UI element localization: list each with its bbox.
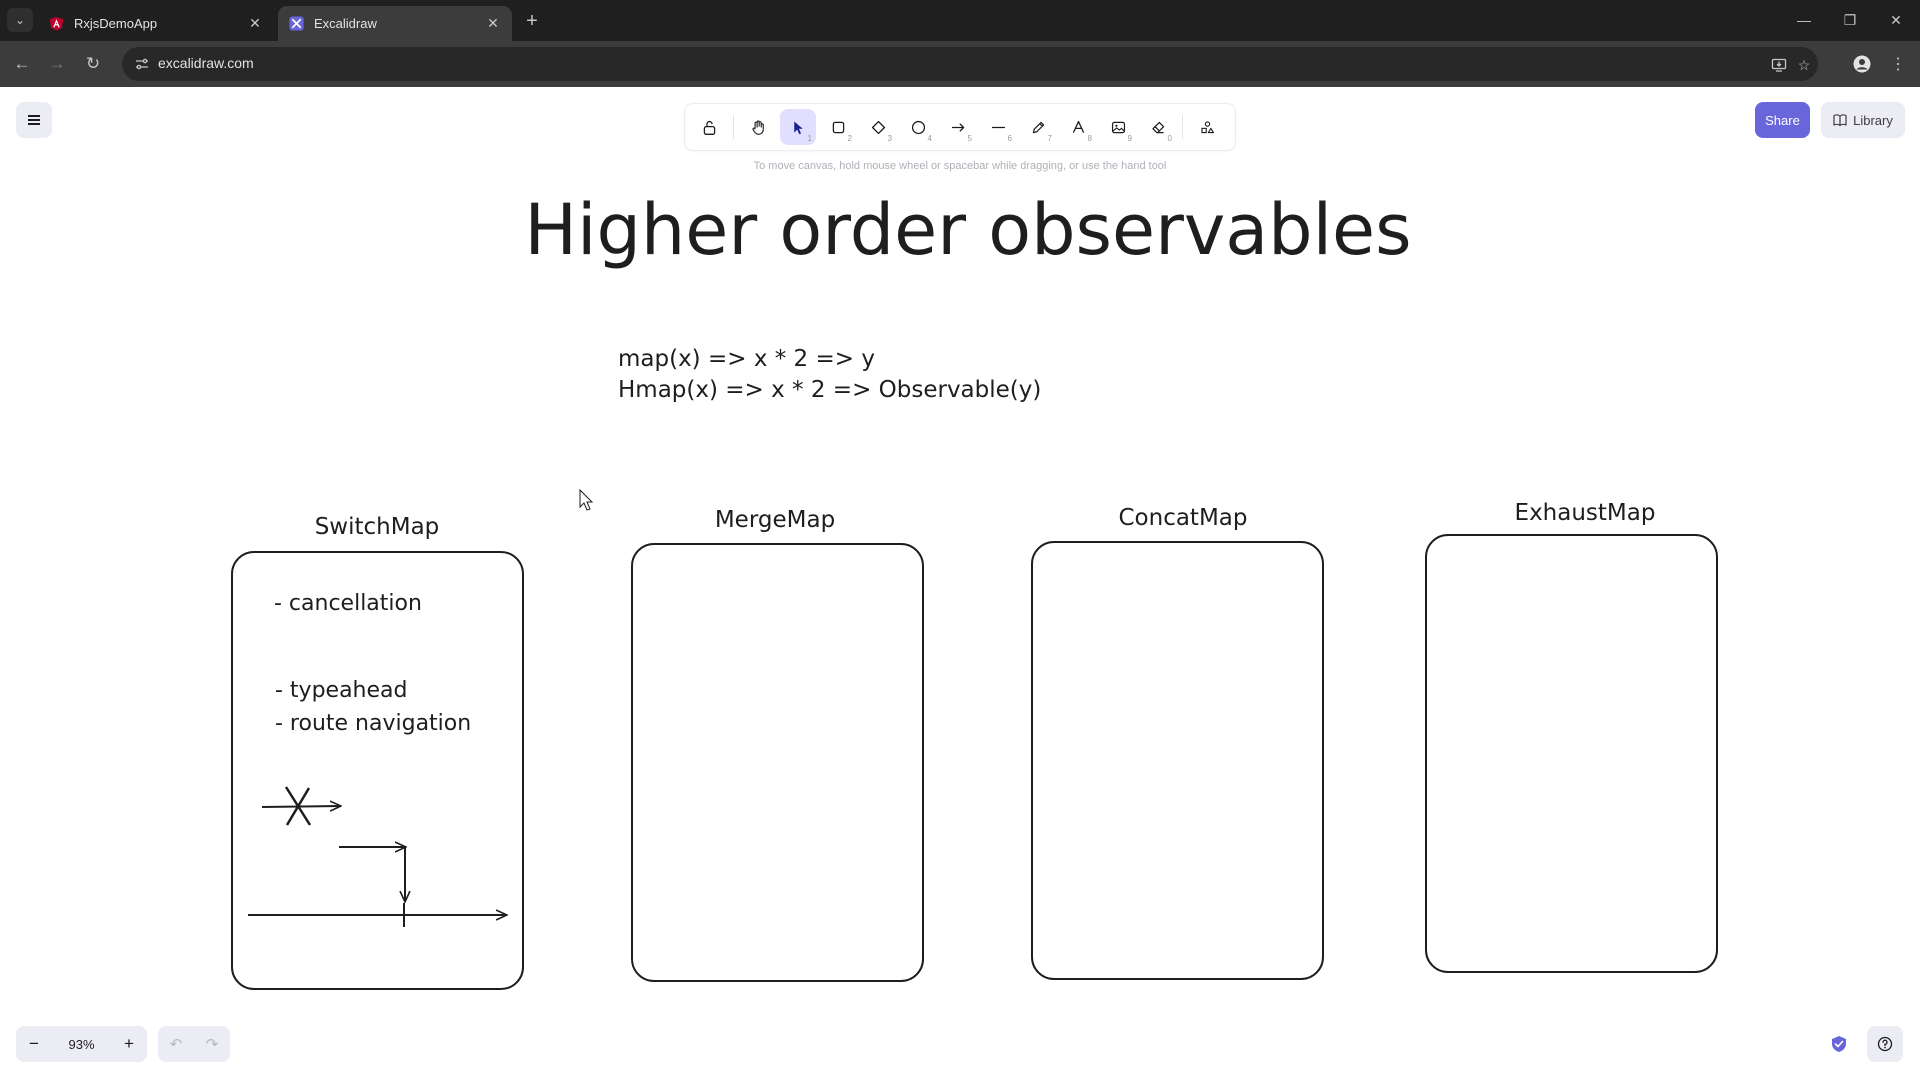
minimize-icon[interactable]: — [1781,6,1827,34]
profile-icon[interactable] [1849,51,1875,77]
tool-key: 1 [807,134,812,143]
install-app-icon[interactable] [1770,56,1788,74]
tool-image[interactable]: 9 [1100,109,1136,145]
exhaustmap-box[interactable] [1425,534,1718,973]
formula-hmap[interactable]: Hmap(x) => x * 2 => Observable(y) [618,377,1041,403]
main-menu-button[interactable] [16,102,52,138]
bookmark-star-icon[interactable]: ☆ [1795,56,1813,74]
library-button[interactable]: Library [1821,102,1905,138]
excalidraw-canvas[interactable]: Higher order observables map(x) => x * 2… [0,87,1920,1080]
tool-key: 9 [1127,134,1132,143]
hamburger-icon [28,119,40,121]
zoom-controls: − 93% + [16,1026,147,1062]
toolbar-separator [733,115,734,139]
tab-title: Excalidraw [314,16,377,31]
note-cancellation[interactable]: - cancellation [274,591,422,616]
ellipse-icon [911,120,925,134]
address-bar: ← → ↻ excalidraw.com ☆ ⋮ [0,41,1920,87]
cancelled-arrow[interactable] [261,806,341,807]
zoom-level[interactable]: 93% [52,1037,111,1052]
tool-selection[interactable]: 1 [780,109,816,145]
drawing-layer: Higher order observables map(x) => x * 2… [231,189,1718,990]
toolbar-separator [1182,115,1183,139]
line-icon [991,126,1005,128]
shapes-toolbar: 1 2 3 4 5 6 7 8 9 0 [685,104,1235,150]
restore-icon[interactable]: ❐ [1827,6,1873,34]
lock-icon [703,120,715,135]
switchmap-label[interactable]: SwitchMap [315,514,440,540]
tool-lock[interactable] [691,109,727,145]
text-icon [1072,120,1084,133]
pointer-icon [793,121,803,134]
tool-ellipse[interactable]: 4 [900,109,936,145]
library-label: Library [1853,112,1893,128]
tool-hand[interactable] [740,109,776,145]
forward-icon[interactable]: → [44,51,70,77]
book-icon [1833,114,1847,127]
concatmap-box[interactable] [1031,541,1324,980]
tool-text[interactable]: 8 [1060,109,1096,145]
redo-icon[interactable]: ↷ [194,1026,230,1062]
exhaustmap-label[interactable]: ExhaustMap [1515,500,1656,526]
angular-icon [48,16,64,32]
close-icon[interactable]: ✕ [484,15,502,33]
help-button[interactable] [1867,1026,1903,1062]
tab-rxjsdemoapp[interactable]: RxjsDemoApp ✕ [38,6,274,41]
new-tab-button[interactable]: + [520,9,544,33]
tool-key: 2 [847,134,852,143]
switchmap-box[interactable] [231,551,524,990]
help-icon [1877,1036,1893,1052]
drawing-title[interactable]: Higher order observables [524,189,1411,271]
window-close-icon[interactable]: ✕ [1873,6,1919,34]
tool-draw[interactable]: 7 [1020,109,1056,145]
share-button[interactable]: Share [1755,102,1810,138]
encryption-shield-icon[interactable] [1828,1033,1850,1055]
formula-map[interactable]: map(x) => x * 2 => y [618,346,875,372]
tool-key: 7 [1047,134,1052,143]
tool-eraser[interactable]: 0 [1140,109,1176,145]
tab-search-button[interactable]: ⌄ [7,8,33,32]
zoom-out-button[interactable]: − [16,1026,52,1062]
pencil-icon [1032,121,1044,133]
mergemap-label[interactable]: MergeMap [715,507,835,533]
url-text: excalidraw.com [158,55,254,71]
zoom-in-button[interactable]: + [111,1026,147,1062]
browser-tab-strip: ⌄ RxjsDemoApp ✕ Excalidraw ✕ + — ❐ ✕ [0,0,1920,41]
hand-icon [751,119,764,135]
canvas-hint: To move canvas, hold mouse wheel or spac… [753,160,1167,172]
note-route-navigation[interactable]: - route navigation [275,711,471,736]
shapes-more-icon [1200,120,1214,133]
tab-excalidraw[interactable]: Excalidraw ✕ [278,6,512,41]
tool-key: 6 [1007,134,1012,143]
tool-key: 5 [967,134,972,143]
close-icon[interactable]: ✕ [246,15,264,33]
mouse-cursor-icon [579,488,594,511]
arrow-icon [951,122,964,132]
back-icon[interactable]: ← [9,51,35,77]
tool-key: 8 [1087,134,1092,143]
url-field[interactable]: excalidraw.com ☆ [122,47,1818,81]
tool-rectangle[interactable]: 2 [820,109,856,145]
note-typeahead[interactable]: - typeahead [275,678,407,703]
rectangle-icon [832,121,844,133]
tool-line[interactable]: 6 [980,109,1016,145]
eraser-icon [1151,121,1164,133]
more-menu-icon[interactable]: ⋮ [1885,51,1911,77]
tool-key: 4 [927,134,932,143]
undo-icon[interactable]: ↶ [158,1026,194,1062]
site-settings-icon[interactable] [134,56,150,72]
concatmap-label[interactable]: ConcatMap [1118,505,1247,531]
image-icon [1111,121,1125,133]
tool-key: 0 [1167,134,1172,143]
tab-title: RxjsDemoApp [74,16,158,31]
reload-icon[interactable]: ↻ [80,51,106,77]
tool-arrow[interactable]: 5 [940,109,976,145]
tool-diamond[interactable]: 3 [860,109,896,145]
excalidraw-icon [288,16,304,32]
diamond-icon [871,120,885,134]
tool-key: 3 [887,134,892,143]
mergemap-box[interactable] [631,543,924,982]
history-controls: ↶ ↷ [158,1026,230,1062]
tool-extra[interactable] [1189,109,1225,145]
